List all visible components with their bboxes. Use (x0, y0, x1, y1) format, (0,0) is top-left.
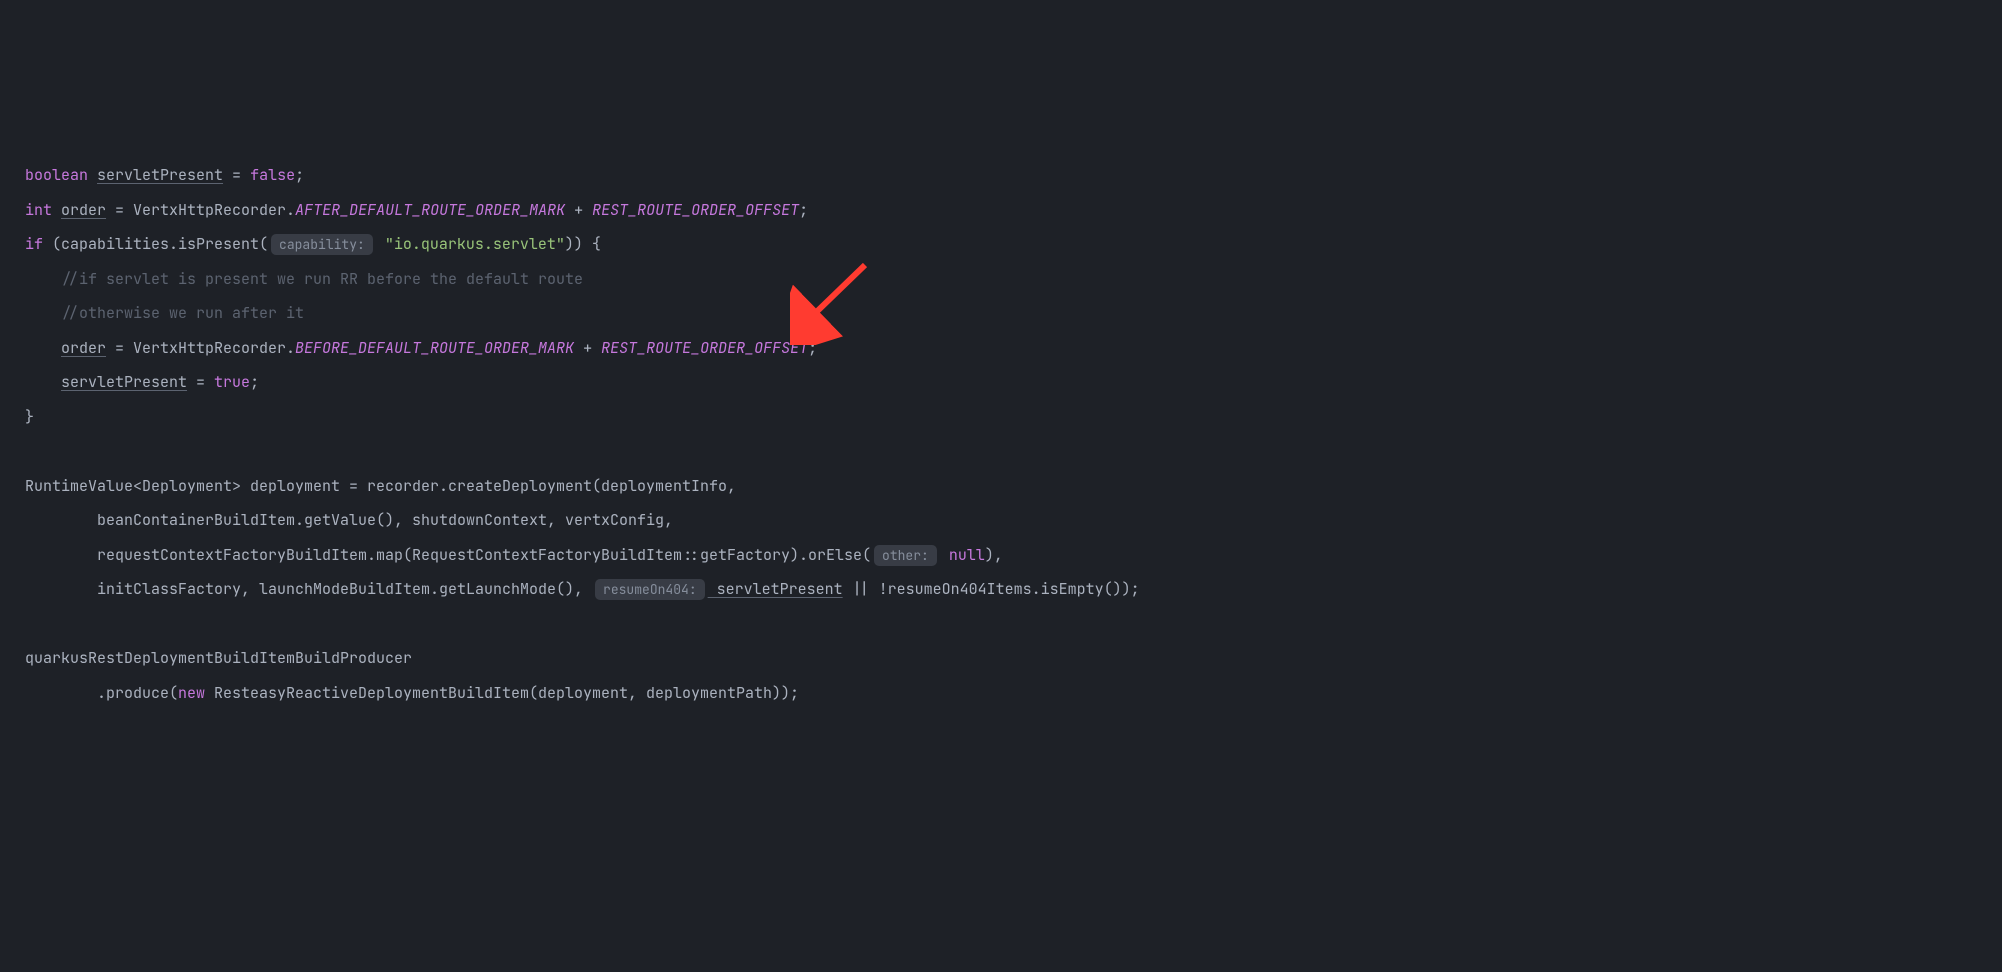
text: requestContextFactoryBuildItem.map(Reque… (25, 545, 871, 565)
parameter-hint-capability: capability: (271, 234, 373, 255)
text: .produce( (25, 683, 178, 703)
text: = (223, 165, 250, 185)
semicolon: ; (808, 338, 817, 358)
operator-plus: + (565, 200, 592, 220)
operator-plus: + (574, 338, 601, 358)
semicolon: ; (799, 200, 808, 220)
variable-servletPresent: servletPresent (61, 372, 187, 392)
code-line-7: servletPresent = true; (25, 372, 259, 392)
variable-order: order (61, 338, 106, 358)
indent (25, 372, 61, 392)
text: (capabilities.isPresent( (43, 234, 268, 254)
comment: //if servlet is present we run RR before… (25, 269, 583, 289)
code-line-10: RuntimeValue<Deployment> deployment = re… (25, 476, 736, 496)
code-line-5: //otherwise we run after it (25, 303, 304, 323)
string-literal: "io.quarkus.servlet" (376, 234, 565, 254)
code-line-6: order = VertxHttpRecorder.BEFORE_DEFAULT… (25, 338, 817, 358)
keyword-int: int (25, 200, 52, 220)
comment: //otherwise we run after it (25, 303, 304, 323)
constant: REST_ROUTE_ORDER_OFFSET (601, 338, 808, 358)
keyword-null: null (940, 545, 985, 565)
code-line-8: } (25, 407, 34, 427)
text: initClassFactory, launchModeBuildItem.ge… (25, 579, 592, 599)
code-line-1: boolean servletPresent = false; (25, 165, 304, 185)
constant: BEFORE_DEFAULT_ROUTE_ORDER_MARK (295, 338, 574, 358)
indent (25, 338, 61, 358)
code-line-11: beanContainerBuildItem.getValue(), shutd… (25, 510, 673, 530)
text: || !resumeOn404Items.isEmpty()); (843, 579, 1140, 599)
keyword-boolean: boolean (25, 165, 88, 185)
text: = VertxHttpRecorder. (106, 200, 295, 220)
code-line-13: initClassFactory, launchModeBuildItem.ge… (25, 579, 1140, 599)
text: = VertxHttpRecorder. (106, 338, 295, 358)
code-line-3: if (capabilities.isPresent(capability: "… (25, 234, 601, 254)
text: ), (985, 545, 1003, 565)
text: quarkusRestDeploymentBuildItemBuildProdu… (25, 648, 412, 668)
parameter-hint-other: other: (874, 545, 937, 566)
code-line-16: .produce(new ResteasyReactiveDeploymentB… (25, 683, 799, 703)
boolean-false: false (250, 165, 295, 185)
code-line-12: requestContextFactoryBuildItem.map(Reque… (25, 545, 1003, 565)
variable-order: order (61, 200, 106, 220)
variable-servletPresent: servletPresent (97, 165, 223, 185)
text: RuntimeValue<Deployment> deployment = re… (25, 476, 736, 496)
parameter-hint-resumeOn404: resumeOn404: (595, 579, 705, 600)
text: )) { (565, 234, 601, 254)
code-line-15: quarkusRestDeploymentBuildItemBuildProdu… (25, 648, 412, 668)
boolean-true: true (214, 372, 250, 392)
keyword-new: new (178, 683, 205, 703)
text: ResteasyReactiveDeploymentBuildItem(depl… (205, 683, 799, 703)
code-line-2: int order = VertxHttpRecorder.AFTER_DEFA… (25, 200, 808, 220)
code-editor[interactable]: boolean servletPresent = false; int orde… (25, 158, 1977, 710)
semicolon: ; (250, 372, 259, 392)
code-line-4: //if servlet is present we run RR before… (25, 269, 583, 289)
text: beanContainerBuildItem.getValue(), shutd… (25, 510, 673, 530)
brace-close: } (25, 407, 34, 427)
constant: AFTER_DEFAULT_ROUTE_ORDER_MARK (295, 200, 565, 220)
text: = (187, 372, 214, 392)
constant: REST_ROUTE_ORDER_OFFSET (592, 200, 799, 220)
semicolon: ; (295, 165, 304, 185)
variable-servletPresent: servletPresent (708, 579, 843, 599)
keyword-if: if (25, 234, 43, 254)
